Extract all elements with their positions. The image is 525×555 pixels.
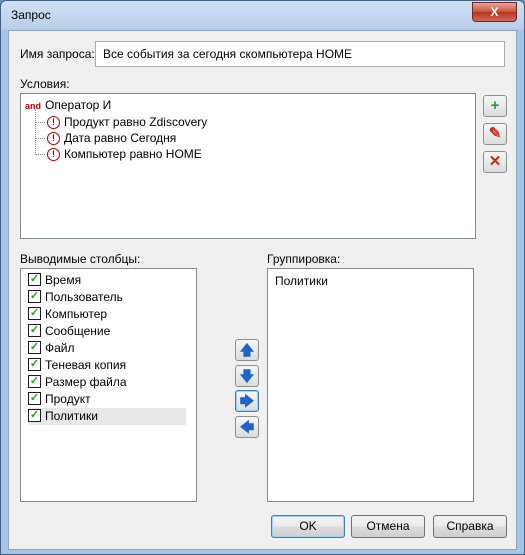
arrow-up-icon: 🡅	[239, 342, 255, 358]
tree-node-operator-and[interactable]: and Оператор И	[25, 97, 111, 113]
checkbox-checked-icon[interactable]: ✓	[28, 358, 41, 372]
ok-button[interactable]: OK	[271, 515, 345, 538]
grouping-label: Группировка:	[267, 252, 341, 266]
tree-node-label: Оператор И	[45, 98, 112, 112]
column-label: Размер файла	[45, 375, 127, 389]
remove-from-grouping-button[interactable]: 🡄	[235, 416, 259, 438]
column-label: Сообщение	[45, 324, 111, 338]
column-label: Теневая копия	[45, 358, 127, 372]
move-down-button[interactable]: 🡇	[235, 365, 259, 387]
query-name-label: Имя запроса:	[20, 47, 95, 61]
arrow-left-icon: 🡄	[239, 419, 255, 435]
tree-node-condition[interactable]: ! Продукт равно Zdiscovery	[47, 114, 207, 130]
edit-icon: ✎	[488, 125, 502, 142]
arrow-right-icon: 🡆	[239, 393, 255, 409]
warning-icon: !	[47, 132, 60, 146]
column-item[interactable]: ✓ Время	[28, 272, 81, 289]
cancel-button-label: Отмена	[366, 519, 410, 533]
column-item[interactable]: ✓ Файл	[28, 340, 75, 357]
checkbox-checked-icon[interactable]: ✓	[28, 273, 41, 287]
help-button[interactable]: Справка	[433, 515, 507, 538]
conditions-label: Условия:	[20, 77, 70, 91]
close-icon: X	[490, 5, 499, 19]
checkbox-checked-icon[interactable]: ✓	[28, 375, 41, 389]
arrow-down-icon: 🡇	[239, 368, 255, 384]
checkbox-checked-icon[interactable]: ✓	[28, 307, 41, 321]
tree-node-label: Компьютер равно HOME	[64, 147, 202, 161]
column-label: Компьютер	[45, 307, 108, 321]
grouping-item-label: Политики	[275, 274, 328, 288]
delete-condition-button[interactable]: ✕	[483, 151, 507, 173]
column-label: Продукт	[45, 392, 91, 406]
warning-icon: !	[47, 148, 60, 162]
checkbox-checked-icon[interactable]: ✓	[28, 392, 41, 406]
column-item[interactable]: ✓ Компьютер	[28, 306, 107, 323]
help-button-label: Справка	[446, 519, 494, 533]
tree-connector	[35, 110, 36, 155]
tree-connector	[35, 154, 45, 155]
column-label: Политики	[45, 409, 98, 423]
title-bar[interactable]: Запрос X	[1, 1, 524, 29]
edit-condition-button[interactable]: ✎	[483, 123, 507, 145]
column-item[interactable]: ✓ Сообщение	[28, 323, 110, 340]
add-to-grouping-button[interactable]: 🡆	[235, 390, 259, 412]
query-name-input[interactable]: Все события за сегодня скомпьютера HOME	[95, 41, 505, 67]
tree-node-condition[interactable]: ! Компьютер равно HOME	[47, 146, 202, 162]
add-icon: +	[490, 97, 500, 114]
column-item[interactable]: ✓ Размер файла	[28, 374, 127, 391]
conditions-tree[interactable]: and Оператор И ! Продукт равно Zdiscovery …	[20, 93, 476, 239]
cancel-button[interactable]: Отмена	[351, 515, 425, 538]
column-label: Пользователь	[45, 290, 123, 304]
ok-button-label: OK	[299, 519, 317, 533]
grouping-list[interactable]: Политики	[267, 268, 474, 502]
output-columns-list[interactable]: ✓ Время ✓ Пользователь ✓ Компьютер ✓ Сообщен…	[20, 268, 197, 502]
warning-icon: !	[47, 116, 60, 130]
checkbox-checked-icon[interactable]: ✓	[28, 409, 41, 423]
dialog-body: Имя запроса: Все события за сегодня ском…	[8, 30, 517, 550]
column-item[interactable]: ✓ Продукт	[28, 391, 91, 408]
grouping-item[interactable]: Политики	[275, 273, 328, 290]
dialog-title: Запрос	[11, 8, 51, 22]
output-columns-label: Выводимые столбцы:	[20, 252, 141, 266]
tree-node-label: Дата равно Сегодня	[64, 131, 177, 145]
column-item-selected[interactable]: ✓ Политики	[28, 408, 186, 425]
tree-connector	[35, 138, 45, 139]
move-up-button[interactable]: 🡅	[235, 339, 259, 361]
column-item[interactable]: ✓ Пользователь	[28, 289, 123, 306]
and-operator-icon: and	[25, 101, 42, 111]
tree-node-label: Продукт равно Zdiscovery	[64, 115, 208, 129]
delete-icon: ✕	[488, 153, 502, 170]
column-label: Файл	[45, 341, 75, 355]
close-button[interactable]: X	[472, 2, 517, 22]
add-condition-button[interactable]: +	[483, 95, 507, 117]
tree-connector	[35, 122, 45, 123]
column-item[interactable]: ✓ Теневая копия	[28, 357, 126, 374]
checkbox-checked-icon[interactable]: ✓	[28, 290, 41, 304]
checkbox-checked-icon[interactable]: ✓	[28, 341, 41, 355]
tree-node-condition[interactable]: ! Дата равно Сегодня	[47, 130, 176, 146]
query-name-value: Все события за сегодня скомпьютера HOME	[103, 47, 353, 61]
query-dialog: Запрос X Имя запроса: Все события за сег…	[0, 0, 525, 555]
checkbox-checked-icon[interactable]: ✓	[28, 324, 41, 338]
column-label: Время	[45, 273, 82, 287]
